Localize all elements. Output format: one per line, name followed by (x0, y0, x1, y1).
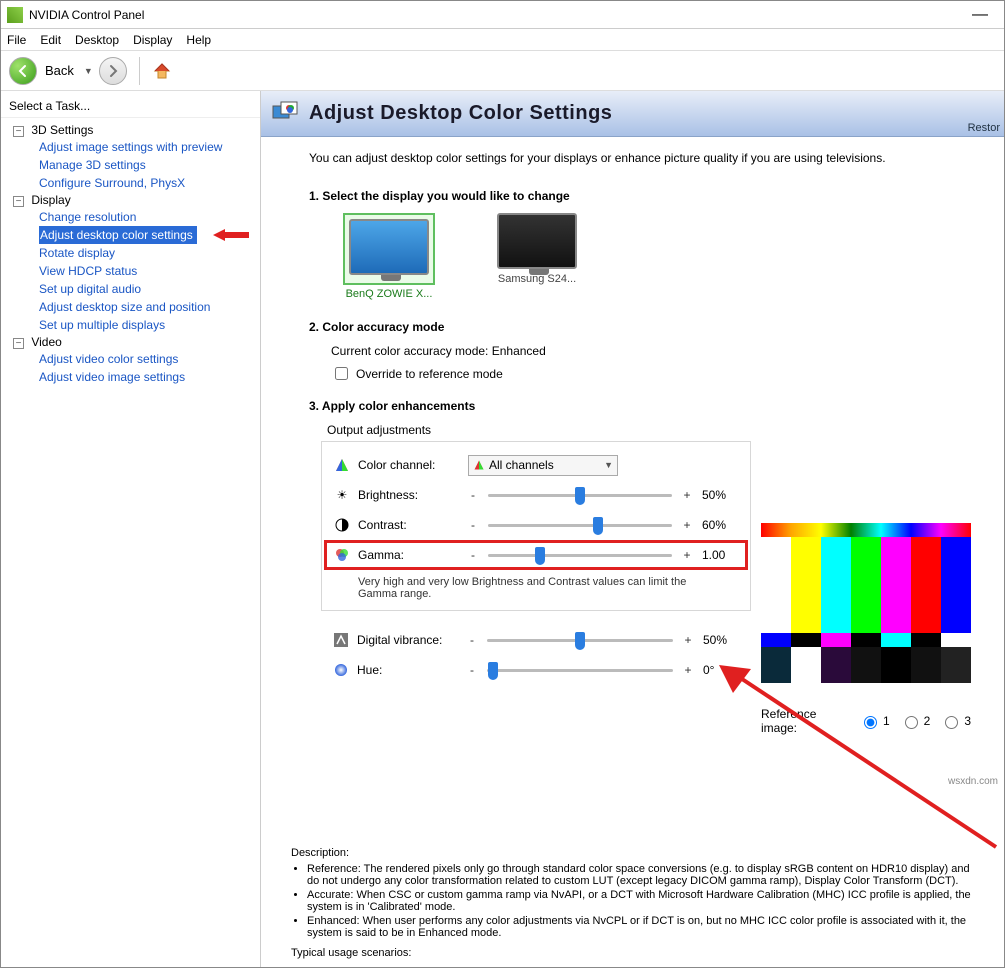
task-tree: Select a Task... − 3D Settings Adjust im… (1, 91, 261, 967)
step1-heading: 1. Select the display you would like to … (309, 189, 986, 203)
menu-help[interactable]: Help (186, 33, 211, 47)
display-option-benq[interactable]: BenQ ZOWIE X... (339, 213, 439, 300)
digital-vibrance-icon (333, 632, 349, 648)
current-mode-text: Current color accuracy mode: Enhanced (331, 344, 986, 358)
window-title: NVIDIA Control Panel (29, 8, 962, 22)
tree-manage-3d-settings[interactable]: Manage 3D settings (13, 156, 254, 174)
color-channel-select[interactable]: All channels ▼ (468, 455, 618, 476)
brightness-value: 50% (698, 488, 738, 502)
color-channel-icon (334, 457, 350, 473)
color-bars-preview (761, 523, 971, 683)
restore-defaults-link[interactable]: Restor (968, 122, 1000, 134)
tree-video[interactable]: − Video (13, 334, 254, 350)
hue-icon (333, 662, 349, 678)
gamma-icon (334, 547, 350, 563)
gamma-slider[interactable] (488, 547, 672, 563)
monitor-icon (497, 213, 577, 269)
tree-adjust-video-color[interactable]: Adjust video color settings (13, 350, 254, 368)
annotation-arrow-icon (211, 227, 251, 243)
menu-desktop[interactable]: Desktop (75, 33, 119, 47)
tree-adjust-video-image[interactable]: Adjust video image settings (13, 368, 254, 386)
brightness-label: Brightness: (358, 488, 462, 502)
collapse-icon[interactable]: − (13, 196, 24, 207)
brightness-icon: ☀ (334, 487, 350, 503)
toolbar: Back ▼ (1, 51, 1004, 91)
monitor-icon (349, 219, 429, 275)
hue-slider[interactable] (487, 662, 673, 678)
tree-3d-settings[interactable]: − 3D Settings (13, 122, 254, 138)
override-reference-checkbox[interactable] (335, 367, 348, 380)
forward-button[interactable] (99, 57, 127, 85)
tree-display[interactable]: − Display (13, 192, 254, 208)
reference-radio-3[interactable]: 3 (940, 713, 971, 729)
minimize-button[interactable]: — (962, 6, 998, 24)
override-label: Override to reference mode (356, 367, 503, 381)
contrast-icon (334, 517, 350, 533)
usage-heading: Typical usage scenarios: (291, 947, 984, 959)
toolbar-separator (139, 57, 140, 85)
output-adjustments-panel: Color channel: All channels ▼ ☀ Brightne… (321, 441, 751, 611)
page-header: Adjust Desktop Color Settings Restor (261, 91, 1004, 137)
contrast-slider[interactable] (488, 517, 672, 533)
desc-accurate: Accurate: When CSC or custom gamma ramp … (307, 889, 984, 913)
menu-edit[interactable]: Edit (40, 33, 61, 47)
watermark: wsxdn.com (948, 776, 998, 787)
digital-vibrance-slider[interactable] (487, 632, 673, 648)
hue-label: Hue: (357, 663, 461, 677)
reference-image-panel: Reference image: 1 2 3 (761, 523, 971, 735)
page-title: Adjust Desktop Color Settings (309, 102, 612, 125)
intro-text: You can adjust desktop color settings fo… (309, 151, 986, 165)
tree-change-resolution[interactable]: Change resolution (13, 208, 254, 226)
back-dropdown-icon[interactable]: ▼ (84, 66, 93, 76)
digital-vibrance-label: Digital vibrance: (357, 633, 461, 647)
reference-radio-2[interactable]: 2 (900, 713, 931, 729)
gamma-label: Gamma: (358, 548, 462, 562)
reference-image-label: Reference image: (761, 707, 849, 735)
gamma-tip: Very high and very low Brightness and Co… (358, 576, 698, 600)
display-label: BenQ ZOWIE X... (339, 288, 439, 300)
tree-adjust-desktop-size[interactable]: Adjust desktop size and position (13, 298, 254, 316)
output-adjustments-label: Output adjustments (327, 423, 986, 437)
tree-adjust-desktop-color[interactable]: Adjust desktop color settings (39, 226, 197, 244)
description-heading: Description: (291, 847, 984, 859)
menubar: File Edit Desktop Display Help (1, 29, 1004, 51)
titlebar: NVIDIA Control Panel — (1, 1, 1004, 29)
desc-enhanced: Enhanced: When user performs any color a… (307, 915, 984, 939)
tree-setup-multiple-displays[interactable]: Set up multiple displays (13, 316, 254, 334)
contrast-label: Contrast: (358, 518, 462, 532)
digital-vibrance-value: 50% (699, 633, 739, 647)
tree-setup-digital-audio[interactable]: Set up digital audio (13, 280, 254, 298)
tree-configure-surround[interactable]: Configure Surround, PhysX (13, 174, 254, 192)
reference-radio-1[interactable]: 1 (859, 713, 890, 729)
description-section: Description: Reference: The rendered pix… (291, 847, 984, 959)
collapse-icon[interactable]: − (13, 126, 24, 137)
all-channels-icon (473, 459, 485, 471)
step2-heading: 2. Color accuracy mode (309, 320, 986, 334)
sidebar-header: Select a Task... (1, 95, 260, 118)
tree-view-hdcp[interactable]: View HDCP status (13, 262, 254, 280)
menu-display[interactable]: Display (133, 33, 172, 47)
step3-heading: 3. Apply color enhancements (309, 399, 986, 413)
desc-reference: Reference: The rendered pixels only go t… (307, 863, 984, 887)
collapse-icon[interactable]: − (13, 338, 24, 349)
brightness-slider[interactable] (488, 487, 672, 503)
gamma-value: 1.00 (698, 548, 738, 562)
chevron-down-icon: ▼ (604, 460, 613, 470)
menu-file[interactable]: File (7, 33, 26, 47)
hue-value: 0° (699, 663, 739, 677)
tree-adjust-image-settings[interactable]: Adjust image settings with preview (13, 138, 254, 156)
back-label: Back (45, 63, 74, 78)
main-panel: Adjust Desktop Color Settings Restor You… (261, 91, 1004, 967)
display-option-samsung[interactable]: Samsung S24... (487, 213, 587, 300)
nvidia-icon (7, 7, 23, 23)
home-icon[interactable] (152, 61, 172, 81)
tree-rotate-display[interactable]: Rotate display (13, 244, 254, 262)
contrast-value: 60% (698, 518, 738, 532)
color-channel-label: Color channel: (358, 458, 462, 472)
displays-icon (271, 100, 299, 128)
back-button[interactable] (9, 57, 37, 85)
